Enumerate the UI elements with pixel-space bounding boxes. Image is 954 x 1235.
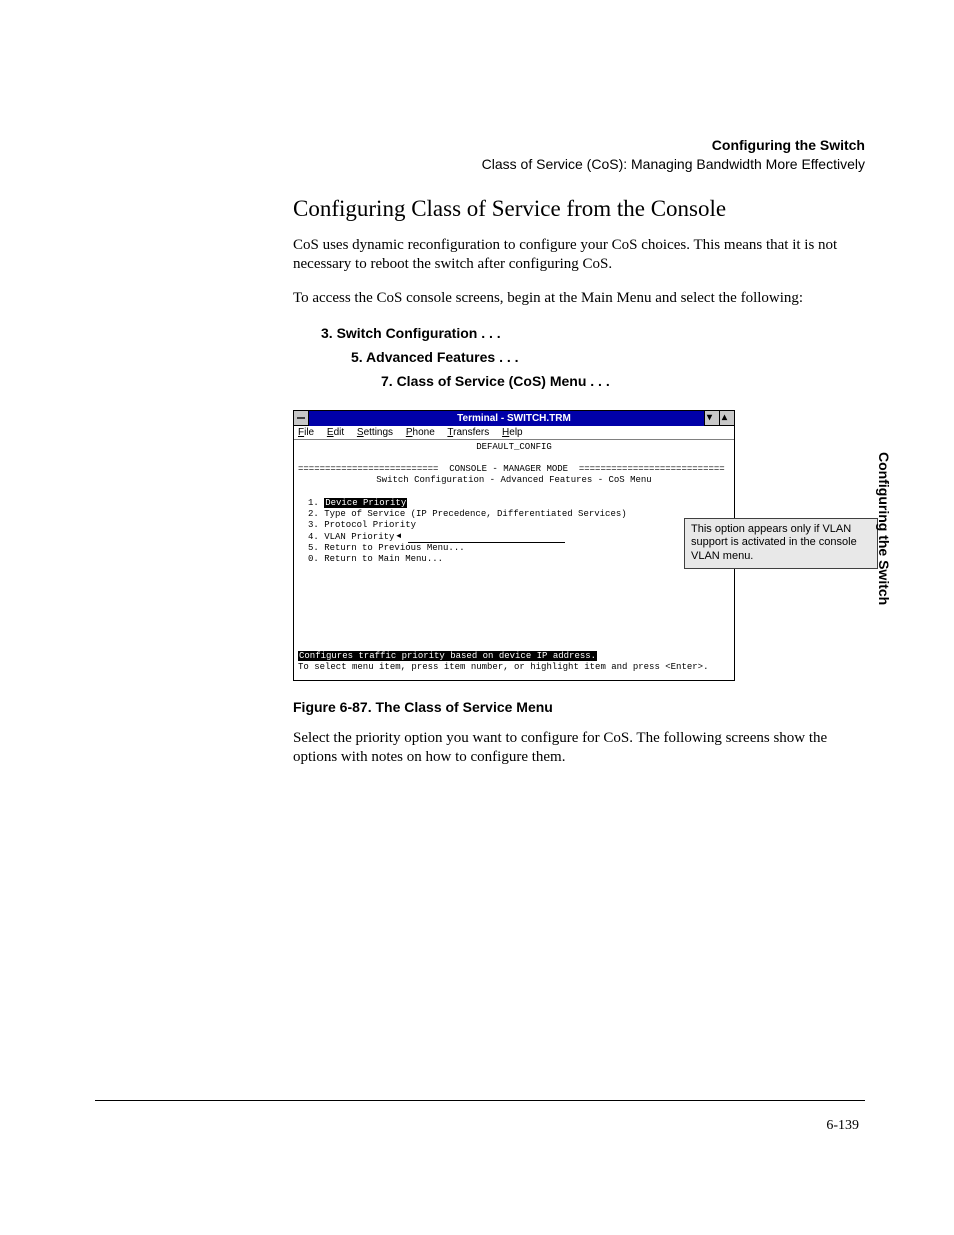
menu-path: 3. Switch Configuration . . . 5. Advance… bbox=[293, 322, 853, 393]
menu-edit[interactable]: Edit bbox=[327, 427, 344, 438]
cos-menu-item[interactable]: 1. Device Priority bbox=[298, 498, 730, 509]
footer-rule bbox=[95, 1100, 865, 1101]
terminal-title-bar: Terminal - SWITCH.TRM bbox=[294, 411, 734, 426]
callout-box: This option appears only if VLAN support… bbox=[684, 518, 878, 569]
default-config-label: DEFAULT_CONFIG bbox=[298, 442, 730, 453]
header-subtitle: Class of Service (CoS): Managing Bandwid… bbox=[482, 156, 865, 172]
header-title: Configuring the Switch bbox=[712, 137, 865, 153]
minimize-button[interactable] bbox=[704, 411, 719, 426]
menu-phone[interactable]: Phone bbox=[406, 427, 435, 438]
terminal-body: DEFAULT_CONFIG =========================… bbox=[294, 440, 734, 680]
cos-menu-item[interactable]: 5. Return to Previous Menu... bbox=[298, 543, 730, 554]
body-paragraph-2: To access the CoS console screens, begin… bbox=[293, 289, 853, 309]
terminal-title-text: Terminal - SWITCH.TRM bbox=[457, 413, 571, 424]
figure-caption: Figure 6-87. The Class of Service Menu bbox=[293, 699, 853, 715]
menu-help[interactable]: Help bbox=[502, 427, 523, 438]
body-paragraph-3: Select the priority option you want to c… bbox=[293, 729, 853, 768]
section-heading: Configuring Class of Service from the Co… bbox=[293, 196, 853, 222]
cos-menu-item[interactable]: 3. Protocol Priority bbox=[298, 520, 730, 531]
side-tab: Configuring the Switch bbox=[876, 452, 892, 605]
menu-path-l3: 7. Class of Service (CoS) Menu . . . bbox=[381, 370, 853, 394]
callout-connector bbox=[408, 542, 565, 543]
terminal-menu-bar[interactable]: File Edit Settings Phone Transfers Help bbox=[294, 426, 734, 440]
menu-transfers[interactable]: Transfers bbox=[447, 427, 489, 438]
body-paragraph-1: CoS uses dynamic reconfiguration to conf… bbox=[293, 236, 853, 275]
system-menu-icon[interactable] bbox=[294, 411, 309, 426]
cos-menu-item[interactable]: 0. Return to Main Menu... bbox=[298, 554, 730, 565]
menu-file[interactable]: File bbox=[298, 427, 314, 438]
status-line-1: Configures traffic priority based on dev… bbox=[298, 651, 730, 662]
console-banner: ========================== CONSOLE - MAN… bbox=[298, 464, 730, 475]
breadcrumb: Switch Configuration - Advanced Features… bbox=[298, 475, 730, 486]
callout-arrow-icon bbox=[396, 532, 401, 542]
maximize-button[interactable] bbox=[719, 411, 734, 426]
menu-settings[interactable]: Settings bbox=[357, 427, 393, 438]
cos-menu-item[interactable]: 2. Type of Service (IP Precedence, Diffe… bbox=[298, 509, 730, 520]
running-header: Configuring the Switch Class of Service … bbox=[95, 136, 865, 174]
menu-path-l2: 5. Advanced Features . . . bbox=[351, 346, 853, 370]
status-line-2: To select menu item, press item number, … bbox=[298, 662, 730, 673]
page-number: 6-139 bbox=[826, 1118, 859, 1134]
terminal-window: Terminal - SWITCH.TRM File Edit Settings… bbox=[293, 410, 735, 681]
menu-path-l1: 3. Switch Configuration . . . bbox=[321, 322, 853, 346]
callout-text: This option appears only if VLAN support… bbox=[691, 523, 857, 563]
